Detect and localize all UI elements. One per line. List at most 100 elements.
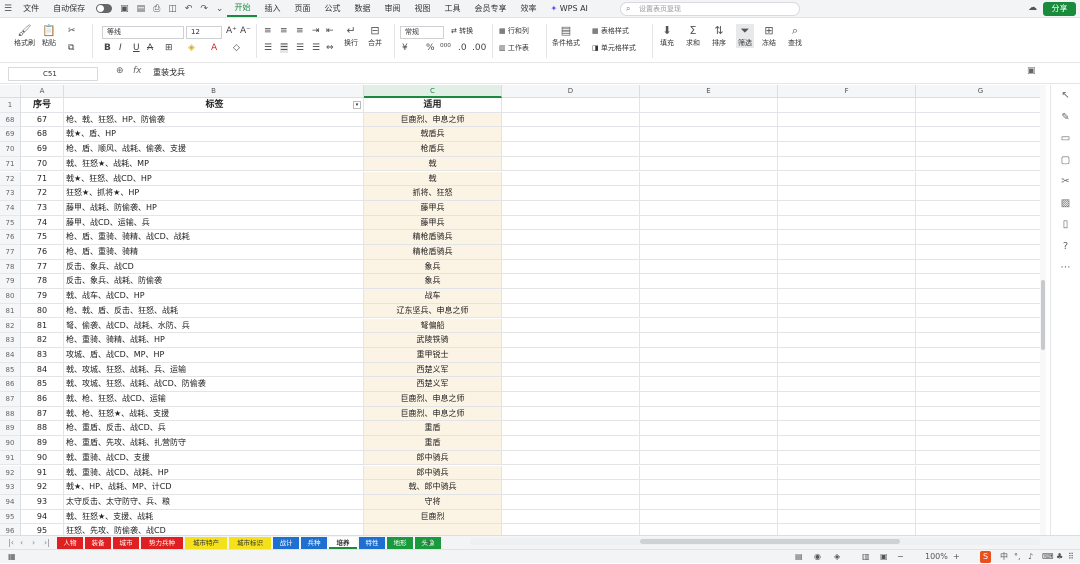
cell-tags[interactable]: 藤甲、战CD、运输、兵	[64, 215, 364, 231]
empty-cell[interactable]	[502, 142, 640, 157]
empty-cell[interactable]	[640, 406, 778, 422]
cell-applies[interactable]: 郎中骑兵	[364, 465, 502, 481]
cell-seq[interactable]: 74	[21, 215, 64, 231]
row-header[interactable]: 89	[0, 421, 21, 437]
cell-applies[interactable]: 精枪盾骑兵	[364, 245, 502, 260]
empty-cell[interactable]	[778, 318, 916, 334]
empty-cell[interactable]	[778, 406, 916, 422]
empty-cell[interactable]	[778, 156, 916, 172]
cell-tags[interactable]: 戟★、狂怒、战CD、HP	[64, 171, 364, 187]
undo-icon[interactable]: ↶	[185, 4, 193, 14]
empty-cell[interactable]	[916, 450, 1046, 466]
cell-applies[interactable]: 弩偏船	[364, 318, 502, 334]
cell-tags[interactable]: 戟★、盾、HP	[64, 127, 364, 143]
cell-applies[interactable]: 郎中骑兵	[364, 450, 502, 466]
cell-tags[interactable]: 戟、攻城、狂怒、战耗、战CD、防偷袭	[64, 377, 364, 392]
empty-cell[interactable]	[778, 333, 916, 348]
formula-input[interactable]: 重装戈兵	[153, 67, 185, 79]
sheet-tab[interactable]: 培养	[329, 537, 357, 549]
increase-decimal-icon[interactable]: .0	[458, 43, 467, 53]
cell-seq[interactable]: 88	[21, 421, 64, 437]
empty-cell[interactable]	[640, 171, 778, 187]
sheet-tab[interactable]: 装备	[85, 537, 111, 549]
distribute-icon[interactable]: ⇔	[326, 43, 334, 53]
cell-tags[interactable]: 戟、重骑、战CD、支援	[64, 450, 364, 466]
cell-seq[interactable]: 85	[21, 377, 64, 392]
empty-cell[interactable]	[916, 362, 1046, 378]
column-header-c[interactable]: C	[364, 85, 502, 98]
empty-cell[interactable]	[502, 436, 640, 451]
clear-icon[interactable]: ◇	[233, 43, 240, 53]
cell-tags[interactable]: 戟、枪、狂怒、战CD、运输	[64, 392, 364, 407]
empty-cell[interactable]	[640, 200, 778, 216]
empty-cell[interactable]	[502, 450, 640, 466]
empty-cell[interactable]	[916, 127, 1046, 143]
empty-cell[interactable]	[502, 303, 640, 319]
cell-tags[interactable]: 反击、象兵、战CD	[64, 259, 364, 275]
ime-skin-icon[interactable]: ♣	[1056, 550, 1063, 564]
cut-icon[interactable]: ✂	[68, 26, 76, 36]
ime-menu-icon[interactable]: ⠿	[1068, 550, 1074, 564]
empty-cell[interactable]	[640, 480, 778, 495]
empty-cell[interactable]	[502, 274, 640, 290]
row-header[interactable]: 82	[0, 318, 21, 334]
cell-applies[interactable]: 戟	[364, 171, 502, 187]
sheet-tab[interactable]: 城市标识	[229, 537, 271, 549]
empty-cell[interactable]	[640, 377, 778, 392]
align-right-icon[interactable]: ☰	[296, 43, 304, 53]
column-header-g[interactable]: G	[916, 85, 1046, 98]
row-header[interactable]: 88	[0, 406, 21, 422]
empty-cell[interactable]	[502, 200, 640, 216]
sheet-tab[interactable]: 势力兵种	[141, 537, 183, 549]
row-header[interactable]: 90	[0, 436, 21, 451]
cell-tags[interactable]: 攻城、盾、战CD、MP、HP	[64, 347, 364, 363]
help-icon[interactable]: ?	[1051, 236, 1080, 258]
empty-cell[interactable]	[778, 186, 916, 201]
align-top-icon[interactable]: ≡	[264, 26, 272, 36]
empty-cell[interactable]	[916, 156, 1046, 172]
empty-cell[interactable]	[502, 333, 640, 348]
empty-cell[interactable]	[640, 215, 778, 231]
empty-cell[interactable]	[778, 259, 916, 275]
empty-cell[interactable]	[640, 230, 778, 245]
print-icon[interactable]: ⎙	[153, 4, 160, 14]
empty-cell[interactable]	[916, 200, 1046, 216]
row-header[interactable]: 95	[0, 509, 21, 525]
pdf-icon[interactable]: ▤	[137, 4, 146, 14]
cell-applies[interactable]: 巨鹿烈、申息之师	[364, 112, 502, 128]
prev-sheet-icon[interactable]: ‹	[20, 536, 23, 550]
row-header[interactable]: 79	[0, 274, 21, 290]
row-header[interactable]: 84	[0, 347, 21, 363]
row-header[interactable]: 69	[0, 127, 21, 143]
empty-cell[interactable]	[916, 421, 1046, 437]
zoom-formula-icon[interactable]: ⊕	[116, 66, 124, 76]
paste-button[interactable]: 📋 粘贴	[42, 24, 56, 48]
empty-cell[interactable]	[778, 142, 916, 157]
cell-tags[interactable]: 枪、戟、盾、反击、狂怒、战耗	[64, 303, 364, 319]
macro-icon[interactable]: ▦	[8, 550, 16, 564]
empty-cell[interactable]	[640, 494, 778, 510]
empty-cell[interactable]	[916, 215, 1046, 231]
empty-cell[interactable]	[640, 450, 778, 466]
cell-seq[interactable]: 89	[21, 436, 64, 451]
empty-cell[interactable]	[916, 274, 1046, 290]
autosave-toggle[interactable]	[96, 4, 113, 13]
cell-seq[interactable]: 73	[21, 200, 64, 216]
empty-cell[interactable]	[502, 480, 640, 495]
outdent-icon[interactable]: ⇤	[326, 26, 334, 36]
empty-cell[interactable]	[502, 509, 640, 525]
empty-cell[interactable]	[778, 274, 916, 290]
cell-applies[interactable]: 武陵铁骑	[364, 333, 502, 348]
row-col-button[interactable]: ▦ 行和列	[499, 26, 529, 36]
cell-seq[interactable]: 90	[21, 450, 64, 466]
row-header[interactable]: 80	[0, 289, 21, 304]
empty-cell[interactable]	[640, 156, 778, 172]
empty-cell[interactable]	[916, 377, 1046, 392]
empty-cell[interactable]	[640, 421, 778, 437]
row-header[interactable]: 96	[0, 524, 21, 535]
empty-cell[interactable]	[778, 200, 916, 216]
column-header-a[interactable]: A	[21, 85, 64, 98]
cell-tags[interactable]: 戟、重骑、战CD、战耗、HP	[64, 465, 364, 481]
select-all-corner[interactable]	[0, 85, 21, 98]
empty-cell[interactable]	[916, 480, 1046, 495]
